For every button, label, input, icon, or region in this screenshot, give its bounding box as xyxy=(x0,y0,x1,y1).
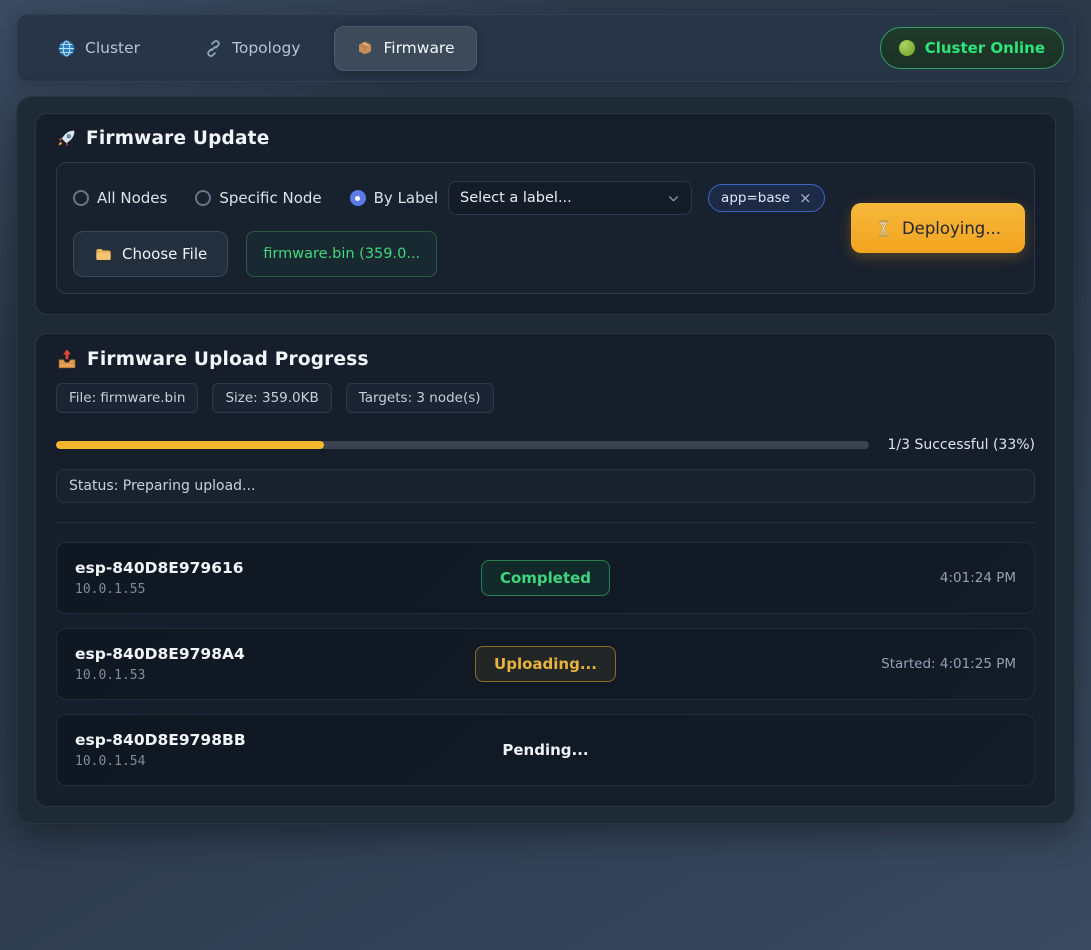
progress-bar xyxy=(56,441,869,449)
globe-icon xyxy=(57,39,76,58)
radio-specific-node-label: Specific Node xyxy=(219,189,321,207)
selected-file-name: firmware.bin (359.0... xyxy=(263,246,420,262)
deploy-button[interactable]: Deploying... xyxy=(851,203,1025,253)
upload-progress-card: Firmware Upload Progress File: firmware.… xyxy=(35,333,1056,807)
deploy-button-label: Deploying... xyxy=(902,219,1001,238)
upload-progress-title: Firmware Upload Progress xyxy=(56,348,1035,370)
folder-icon xyxy=(94,245,113,264)
node-ip: 10.0.1.55 xyxy=(75,582,481,597)
node-ip: 10.0.1.54 xyxy=(75,754,502,769)
selected-label-tag-text: app=base xyxy=(721,190,790,206)
node-status-badge: Pending... xyxy=(502,733,588,767)
radio-by-label-label: By Label xyxy=(374,189,438,207)
tab-topology-label: Topology xyxy=(232,39,300,57)
rocket-icon xyxy=(56,128,77,149)
cluster-status-badge: Cluster Online xyxy=(880,27,1064,69)
link-icon xyxy=(204,39,223,58)
progress-row: 1/3 Successful (33%) xyxy=(56,437,1035,453)
main-panel: Firmware Update All Nodes Specific Node … xyxy=(16,96,1075,824)
node-name: esp-840D8E979616 xyxy=(75,559,481,577)
selected-label-tag: app=base × xyxy=(708,184,824,212)
progress-label: 1/3 Successful (33%) xyxy=(887,437,1035,453)
tab-cluster-label: Cluster xyxy=(85,39,140,57)
package-icon xyxy=(356,39,374,57)
selected-file-chip: firmware.bin (359.0... xyxy=(246,231,437,277)
choose-file-label: Choose File xyxy=(122,245,207,263)
firmware-update-title-text: Firmware Update xyxy=(86,128,269,149)
firmware-update-title: Firmware Update xyxy=(56,128,1035,149)
radio-circle-icon xyxy=(195,190,211,206)
radio-all-nodes-label: All Nodes xyxy=(97,189,167,207)
upload-progress-title-text: Firmware Upload Progress xyxy=(87,349,369,370)
node-timestamp: 4:01:24 PM xyxy=(940,570,1016,586)
tab-firmware[interactable]: Firmware xyxy=(334,26,476,71)
cluster-status-label: Cluster Online xyxy=(925,39,1045,57)
node-timestamp: Started: 4:01:25 PM xyxy=(881,656,1016,672)
node-row: esp-840D8E9798A4 10.0.1.53 Uploading... … xyxy=(56,628,1035,700)
node-name: esp-840D8E9798BB xyxy=(75,731,502,749)
radio-specific-node[interactable]: Specific Node xyxy=(195,189,321,207)
node-ip: 10.0.1.53 xyxy=(75,668,475,683)
label-select-placeholder: Select a label... xyxy=(460,190,572,206)
firmware-update-card: Firmware Update All Nodes Specific Node … xyxy=(35,113,1056,315)
node-name: esp-840D8E9798A4 xyxy=(75,645,475,663)
node-list: esp-840D8E979616 10.0.1.55 Completed 4:0… xyxy=(56,542,1035,786)
remove-tag-icon[interactable]: × xyxy=(799,191,812,206)
node-row: esp-840D8E9798BB 10.0.1.54 Pending... xyxy=(56,714,1035,786)
tab-firmware-label: Firmware xyxy=(383,39,454,57)
radio-circle-icon xyxy=(73,190,89,206)
status-text: Status: Preparing upload... xyxy=(69,478,255,494)
node-row: esp-840D8E979616 10.0.1.55 Completed 4:0… xyxy=(56,542,1035,614)
radio-all-nodes[interactable]: All Nodes xyxy=(73,189,167,207)
file-meta-badge: File: firmware.bin xyxy=(56,383,198,413)
targets-meta-badge: Targets: 3 node(s) xyxy=(346,383,494,413)
upload-meta-row: File: firmware.bin Size: 359.0KB Targets… xyxy=(56,383,1035,413)
node-status-badge: Uploading... xyxy=(475,646,616,682)
tab-cluster[interactable]: Cluster xyxy=(57,39,140,58)
choose-file-button[interactable]: Choose File xyxy=(73,231,228,277)
progress-bar-fill xyxy=(56,441,324,449)
radio-circle-icon xyxy=(350,190,366,206)
top-nav: Cluster Topology Firmware xyxy=(16,14,1075,82)
node-identity: esp-840D8E9798BB 10.0.1.54 xyxy=(75,731,502,769)
tab-topology[interactable]: Topology xyxy=(204,39,300,58)
node-identity: esp-840D8E979616 10.0.1.55 xyxy=(75,559,481,597)
hourglass-icon xyxy=(875,219,892,238)
status-box: Status: Preparing upload... xyxy=(56,469,1035,503)
node-identity: esp-840D8E9798A4 10.0.1.53 xyxy=(75,645,475,683)
size-meta-badge: Size: 359.0KB xyxy=(212,383,331,413)
label-select[interactable]: Select a label... xyxy=(448,181,692,215)
deploy-controls-box: All Nodes Specific Node By Label Select … xyxy=(56,162,1035,294)
radio-by-label[interactable]: By Label xyxy=(350,189,438,207)
page: Cluster Topology Firmware xyxy=(0,0,1091,824)
online-dot-icon xyxy=(899,40,915,56)
upload-tray-icon xyxy=(56,348,78,370)
divider xyxy=(56,522,1035,523)
node-status-badge: Completed xyxy=(481,560,610,596)
chevron-down-icon xyxy=(667,192,680,205)
